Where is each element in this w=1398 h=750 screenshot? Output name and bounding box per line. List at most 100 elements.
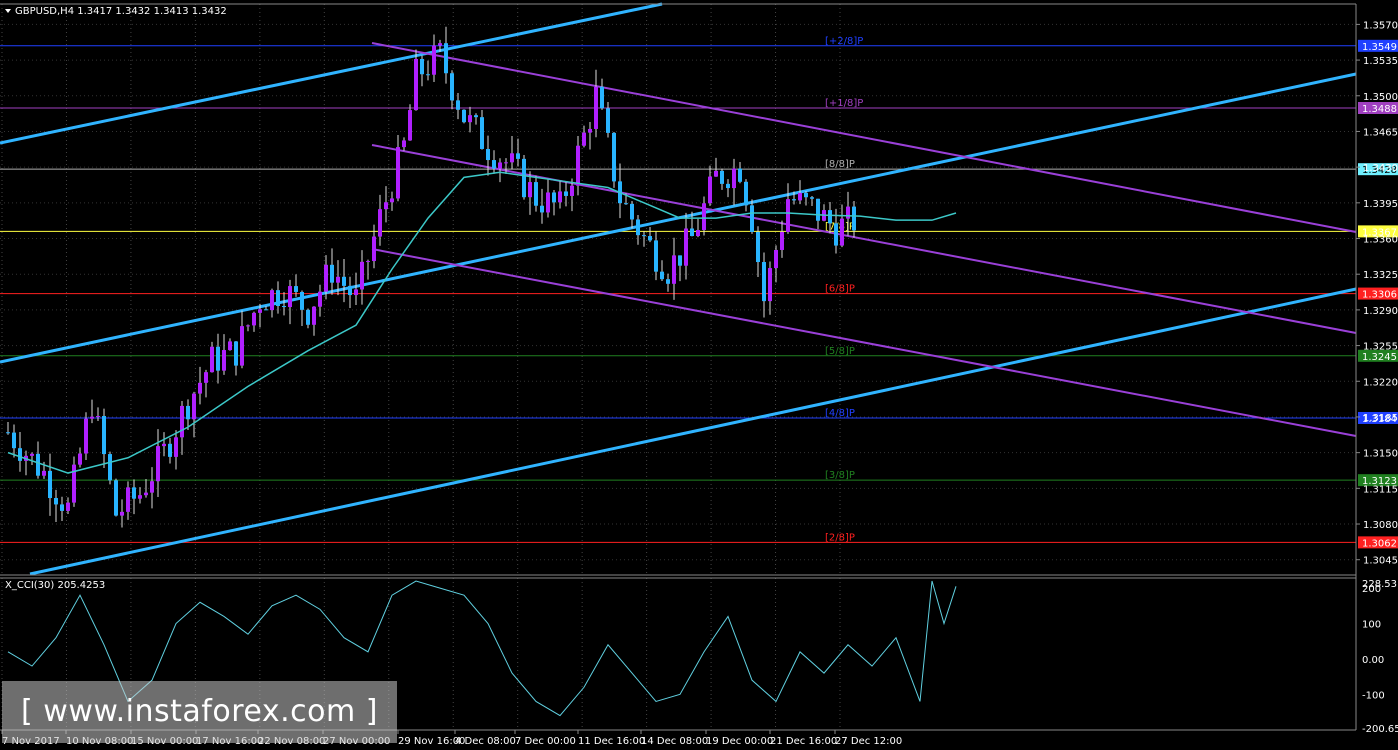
candle xyxy=(252,312,256,326)
candle xyxy=(348,285,352,296)
candle xyxy=(114,480,118,516)
candle xyxy=(732,168,736,189)
candle xyxy=(780,231,784,250)
watermark: [ www.instaforex.com ] xyxy=(2,681,397,743)
candle xyxy=(210,346,214,373)
candle xyxy=(186,405,190,420)
candle xyxy=(414,58,418,111)
candle xyxy=(300,291,304,310)
cci-header: X_CCI(30) 205.4253 xyxy=(5,580,105,591)
price-tick-label: 1.3080 xyxy=(1363,520,1398,531)
candle xyxy=(660,271,664,280)
candle xyxy=(30,453,34,456)
level-label: [+2/8]P xyxy=(825,36,863,47)
level-label: [+1/8]P xyxy=(825,98,863,109)
level-label: [6/8]P xyxy=(825,284,855,295)
price-tick-label: 1.3220 xyxy=(1363,377,1398,388)
candle xyxy=(750,205,754,232)
time-tick-label: 7 Dec 00:00 xyxy=(515,736,576,747)
candle xyxy=(450,73,454,101)
candle xyxy=(828,210,832,224)
level-tag: 1.3245 xyxy=(1362,352,1397,363)
candle xyxy=(786,199,790,232)
candle xyxy=(690,228,694,237)
candle xyxy=(330,264,334,283)
candle xyxy=(432,45,436,75)
candle xyxy=(192,393,196,420)
candle xyxy=(726,183,730,189)
price-tick-label: 1.3325 xyxy=(1363,270,1398,281)
time-tick-label: 4 Dec 08:00 xyxy=(455,736,516,747)
candle xyxy=(378,209,382,237)
candle xyxy=(366,261,370,263)
price-tick-label: 1.3185 xyxy=(1363,413,1398,424)
candle xyxy=(234,341,238,366)
price-tick-label: 1.3150 xyxy=(1363,449,1398,460)
candle xyxy=(54,498,58,505)
candle xyxy=(372,236,376,262)
candle xyxy=(438,43,442,46)
candle xyxy=(270,290,274,311)
price-tick-label: 1.3535 xyxy=(1363,56,1398,67)
candle xyxy=(180,405,184,438)
cci-tick-label: 100 xyxy=(1362,620,1381,631)
candle xyxy=(396,147,400,199)
candle xyxy=(360,261,364,290)
candle xyxy=(84,418,88,454)
candle xyxy=(666,279,670,284)
candle xyxy=(324,264,328,292)
candle xyxy=(606,108,610,133)
candle xyxy=(342,276,346,286)
candle xyxy=(90,416,94,419)
candle xyxy=(96,415,100,417)
candle xyxy=(168,443,172,457)
time-tick-label: 11 Dec 16:00 xyxy=(578,736,645,747)
gbpusd-chart[interactable]: [+2/8]P[+1/8]P[8/8]P[7/8]P[6/8]P[5/8]P[4… xyxy=(0,0,1398,750)
candle xyxy=(120,511,124,516)
candle xyxy=(306,309,310,325)
level-tag: 1.3306 xyxy=(1362,290,1397,301)
candle xyxy=(60,504,64,511)
time-tick-label: 27 Dec 12:00 xyxy=(835,736,902,747)
candle xyxy=(294,286,298,292)
candle xyxy=(78,453,82,465)
candle xyxy=(588,128,592,133)
candle xyxy=(756,231,760,263)
price-tick-label: 1.3045 xyxy=(1363,556,1398,567)
candle xyxy=(468,115,472,123)
candle xyxy=(486,148,490,161)
candle xyxy=(834,223,838,246)
candle xyxy=(774,249,778,269)
candle xyxy=(48,470,52,499)
candle xyxy=(222,350,226,371)
candle xyxy=(354,289,358,296)
price-tick-label: 1.3430 xyxy=(1363,163,1398,174)
price-tick-label: 1.3255 xyxy=(1363,342,1398,353)
price-tick-label: 1.3395 xyxy=(1363,199,1398,210)
candle xyxy=(714,170,718,177)
candle xyxy=(570,185,574,196)
cci-tick-label: -100 xyxy=(1362,690,1385,701)
cci-tick-label: -200.652 xyxy=(1362,724,1398,735)
candle xyxy=(258,309,262,313)
candle xyxy=(540,205,544,213)
cci-tick-label: 0.00 xyxy=(1362,655,1384,666)
candle xyxy=(282,306,286,308)
candle xyxy=(798,192,802,201)
candle xyxy=(498,162,502,169)
candle xyxy=(444,43,448,74)
candle xyxy=(264,309,268,311)
candle xyxy=(630,203,634,220)
price-tick-label: 1.3570 xyxy=(1363,20,1398,31)
candle xyxy=(102,415,106,455)
candle xyxy=(108,454,112,481)
candle xyxy=(132,487,136,499)
candle xyxy=(504,162,508,164)
candle xyxy=(636,219,640,236)
candle xyxy=(174,437,178,457)
candle xyxy=(144,492,148,496)
candle xyxy=(528,182,532,198)
candle xyxy=(720,170,724,184)
candle xyxy=(672,255,676,284)
level-tag: 1.3488 xyxy=(1362,104,1397,115)
